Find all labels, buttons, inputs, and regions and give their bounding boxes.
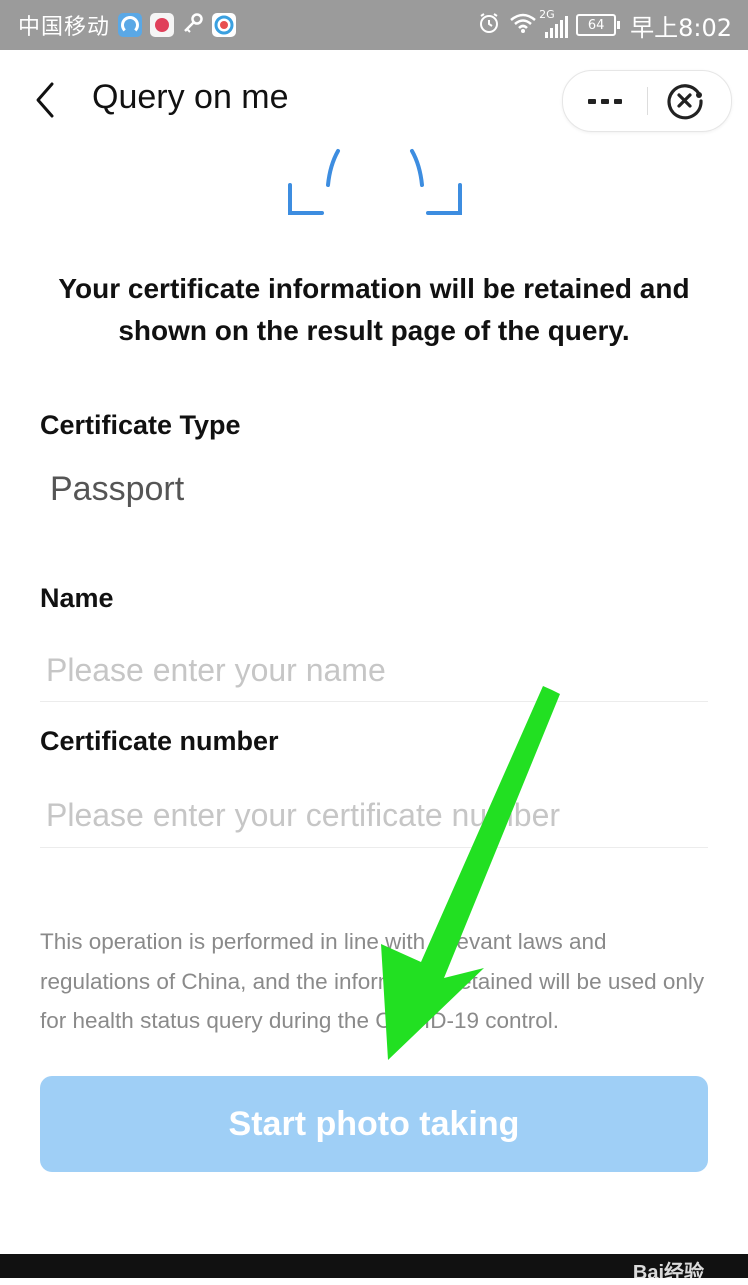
- app-notification-icon: [150, 13, 175, 37]
- more-dots-icon: [588, 98, 596, 104]
- face-scan-frame-icon: [288, 149, 462, 215]
- close-button[interactable]: [663, 81, 707, 121]
- app-notification-icon: [212, 13, 237, 37]
- status-bar-right: 2G 64 早上8:02: [477, 0, 732, 50]
- battery-icon: 64: [576, 14, 621, 36]
- signal-icon: 2G: [539, 8, 569, 38]
- retention-notice: Your certificate information will be ret…: [58, 273, 690, 346]
- status-time: 早上8:02: [630, 13, 732, 42]
- back-button[interactable]: [28, 80, 64, 120]
- certificate-number-input[interactable]: [40, 784, 708, 848]
- certificate-type-select[interactable]: Passport: [50, 470, 184, 509]
- name-input[interactable]: [40, 640, 708, 702]
- chevron-left-icon: [36, 82, 54, 118]
- certificate-number-label: Certificate number: [40, 726, 279, 756]
- status-bar: 中国移动 2G 64 早上8:02: [0, 0, 748, 50]
- watermark-logo: Bai经验: [632, 1262, 704, 1284]
- network-type: 2G: [539, 8, 555, 21]
- capsule-divider: [647, 87, 648, 115]
- wifi-icon: [509, 12, 537, 38]
- start-photo-button[interactable]: Start photo taking: [40, 1076, 708, 1172]
- key-icon: [182, 12, 204, 38]
- close-circle-icon: [667, 84, 703, 120]
- battery-level: 64: [587, 17, 605, 33]
- page-title: Query on me: [92, 78, 289, 116]
- carrier-name: 中国移动: [18, 15, 111, 40]
- nav-header: Query on me: [0, 50, 748, 150]
- app-notification-icon: [118, 13, 143, 37]
- name-label: Name: [40, 583, 114, 613]
- certificate-type-label: Certificate Type: [40, 410, 241, 440]
- more-button[interactable]: [563, 71, 647, 131]
- status-bar-left: 中国移动: [18, 0, 237, 50]
- mini-program-capsule: [562, 70, 732, 132]
- legal-disclaimer: This operation is performed in line with…: [40, 929, 705, 1033]
- alarm-icon: [477, 11, 501, 39]
